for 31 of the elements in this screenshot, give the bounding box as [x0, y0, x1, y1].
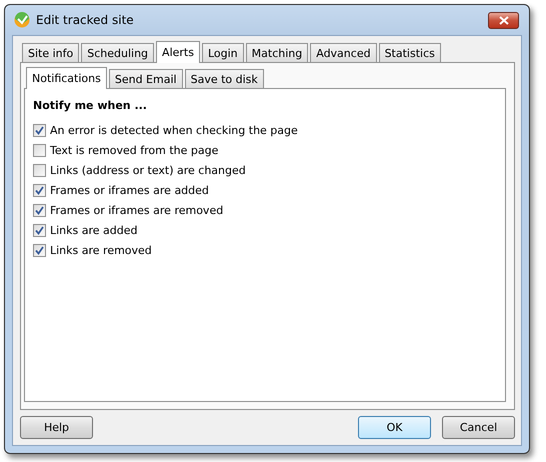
checkbox[interactable]	[33, 244, 46, 256]
option-label: Text is removed from the page	[50, 144, 218, 156]
tab[interactable]: Send Email	[108, 69, 183, 88]
close-icon	[498, 16, 508, 24]
option-label: An error is detected when checking the page	[50, 124, 298, 136]
help-button[interactable]: Help	[20, 416, 93, 439]
checkbox[interactable]	[33, 144, 46, 156]
tab[interactable]: Save to disk	[184, 69, 264, 88]
tab[interactable]: Notifications	[26, 67, 107, 89]
option-label: Frames or iframes are added	[50, 184, 209, 196]
tab[interactable]: Matching	[246, 43, 308, 62]
tab[interactable]: Site info	[22, 43, 80, 62]
checkbox[interactable]	[33, 164, 46, 176]
checkbox[interactable]	[33, 124, 46, 136]
option-label: Links are added	[50, 224, 138, 236]
window-title: Edit tracked site	[36, 13, 135, 27]
option-label: Frames or iframes are removed	[50, 204, 224, 216]
tab[interactable]: Scheduling	[81, 43, 154, 62]
option-label: Links are removed	[50, 244, 152, 256]
tab[interactable]: Statistics	[378, 43, 441, 62]
tab[interactable]: Advanced	[310, 43, 377, 62]
section-heading: Notify me when ...	[33, 99, 148, 112]
tab[interactable]: Login	[202, 43, 244, 62]
ok-button[interactable]: OK	[358, 416, 431, 439]
close-button[interactable]	[488, 12, 519, 28]
checkbox[interactable]	[33, 184, 46, 196]
checkbox[interactable]	[33, 204, 46, 216]
cancel-button[interactable]: Cancel	[442, 416, 515, 439]
checkbox[interactable]	[33, 224, 46, 236]
option-label: Links (address or text) are changed	[50, 164, 246, 176]
tab[interactable]: Alerts	[156, 41, 200, 63]
